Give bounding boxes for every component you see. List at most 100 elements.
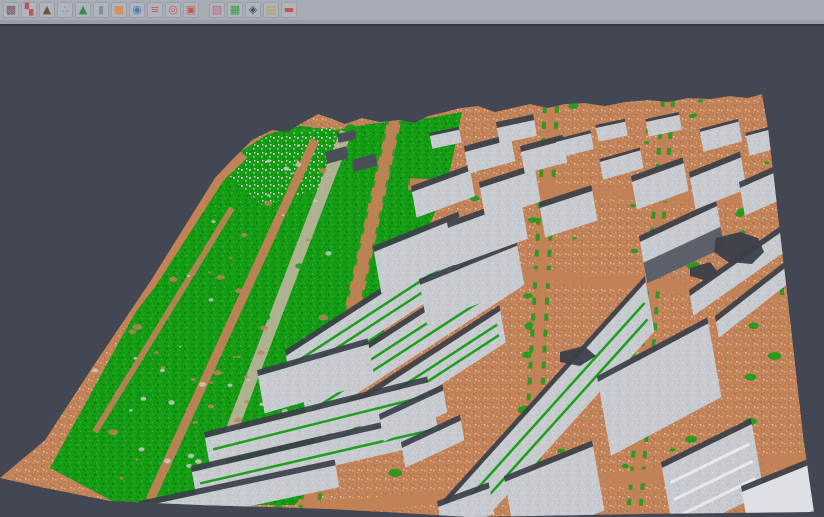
light-speck [51, 156, 55, 159]
terrain-tile [0, 94, 824, 517]
registration-icon[interactable]: ▚ [21, 2, 37, 18]
veg-blob [367, 134, 378, 141]
veg-blob [244, 413, 252, 418]
ground-blob [318, 315, 328, 321]
light-speck [325, 251, 331, 255]
point-cloud-scene[interactable] [0, 0, 824, 517]
classification-icon[interactable]: ▦ [227, 2, 243, 18]
light-speck [179, 346, 182, 348]
ground-blob [260, 326, 268, 331]
ground-blob [229, 257, 233, 259]
veg-blob [523, 293, 532, 299]
ground-blob [295, 159, 298, 161]
veg-blob [568, 103, 578, 109]
light-speck [160, 369, 165, 373]
veg-blob [622, 464, 629, 468]
toolbar-wrap: ▩▚▲∴▲▮■◉≡◎▣▨▦◈▤▬ [0, 0, 824, 26]
delete-strip-icon[interactable]: ▬ [281, 2, 297, 18]
flag-grid-icon[interactable]: ▤ [263, 2, 279, 18]
ground-blob [264, 201, 272, 206]
light-speck [199, 382, 206, 387]
light-speck [267, 194, 271, 197]
veg-blob [223, 279, 237, 287]
light-speck [168, 400, 174, 404]
ground-blob [125, 262, 134, 267]
point-picking-icon[interactable]: ∴ [57, 2, 73, 18]
ground-blob [257, 350, 264, 354]
layers-icon[interactable]: ≡ [147, 2, 163, 18]
ground-blob [49, 385, 52, 387]
ground-blob [72, 182, 82, 188]
light-speck [191, 197, 197, 201]
ground-blob [67, 318, 73, 322]
ground-blob [183, 206, 186, 208]
light-speck [42, 334, 46, 337]
light-speck [66, 252, 73, 257]
terrain-model-icon[interactable]: ▲ [39, 2, 55, 18]
bounding-box-icon[interactable]: ▣ [183, 2, 199, 18]
ground-blob [80, 329, 86, 333]
light-speck [211, 220, 215, 223]
veg-blob [644, 141, 649, 144]
veg-blob [630, 204, 636, 207]
veg-blob [299, 200, 307, 205]
ground-blob [130, 182, 137, 186]
ground-blob [191, 378, 196, 381]
raster-overlay-icon[interactable]: ▨ [209, 2, 225, 18]
ground-blob [241, 233, 248, 237]
ground-blob [208, 404, 215, 408]
terrain-green-icon[interactable]: ▲ [75, 2, 91, 18]
ground-blob [208, 271, 211, 273]
ortho-image-icon[interactable]: ■ [111, 2, 127, 18]
ground-blob [214, 370, 222, 375]
light-speck [164, 458, 171, 463]
ground-blob [319, 168, 327, 173]
3d-viewport[interactable] [0, 0, 824, 517]
ground-blob [193, 421, 198, 424]
ground-blob [306, 239, 310, 241]
veg-blob [572, 237, 576, 240]
circle-select-icon[interactable]: ◎ [165, 2, 181, 18]
light-speck [186, 464, 192, 468]
cube-view-icon[interactable]: ▮ [93, 2, 109, 18]
light-speck [297, 144, 300, 146]
light-speck [188, 454, 195, 459]
ground-blob [154, 351, 159, 354]
light-speck [290, 173, 293, 175]
ground-blob [48, 307, 56, 312]
toolbar: ▩▚▲∴▲▮■◉≡◎▣▨▦◈▤▬ [0, 0, 824, 20]
veg-blob [406, 155, 411, 158]
veg-blob [631, 249, 639, 254]
light-speck [266, 159, 271, 162]
veg-blob [669, 448, 675, 452]
ground-blob [233, 356, 237, 358]
ground-blob [82, 331, 89, 335]
light-speck [40, 140, 45, 144]
veg-blob [698, 99, 704, 102]
light-speck [313, 199, 317, 202]
light-speck [84, 363, 87, 365]
veg-blob [528, 217, 537, 223]
light-speck [282, 214, 285, 216]
ground-blob [235, 288, 243, 293]
light-speck [141, 397, 147, 401]
light-speck [283, 167, 289, 171]
ground-blob [123, 269, 131, 274]
light-speck [195, 459, 202, 464]
light-speck [100, 279, 104, 282]
select-region-icon[interactable]: ▩ [3, 2, 19, 18]
ground-blob [88, 231, 96, 236]
ground-blob [135, 459, 139, 461]
light-speck [227, 383, 232, 387]
globe-icon[interactable]: ◉ [129, 2, 145, 18]
veg-blob [341, 246, 350, 251]
ground-blob [172, 222, 178, 226]
light-speck [129, 409, 133, 412]
light-speck [84, 294, 88, 297]
ground-blob [216, 275, 224, 280]
light-speck [94, 339, 97, 341]
settings-icon[interactable]: ◈ [245, 2, 261, 18]
veg-blob [241, 133, 249, 138]
ground-blob [96, 227, 100, 230]
ground-blob [114, 312, 121, 316]
